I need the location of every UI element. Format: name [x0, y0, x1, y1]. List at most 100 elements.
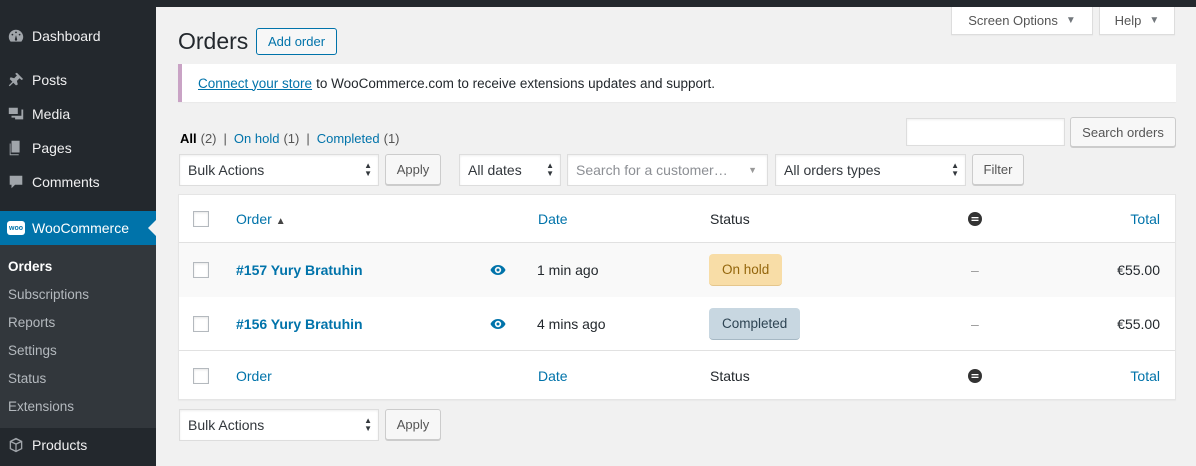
help-label: Help [1114, 13, 1142, 28]
filter-all-count: (2) [200, 131, 217, 146]
sidebar-item-label: Media [32, 106, 71, 122]
sidebar-item-pages[interactable]: Pages [0, 131, 156, 165]
sidebar-item-posts[interactable]: Posts [0, 63, 156, 97]
sidebar-item-label: Products [32, 437, 88, 453]
select-arrows-icon: ▲ ▼ [546, 161, 554, 178]
billing-column-icon [968, 369, 982, 383]
select-arrows-icon: ▲ ▼ [364, 416, 372, 433]
column-order-label: Order [236, 210, 272, 227]
media-icon [6, 104, 26, 124]
help-button[interactable]: Help ▼ [1099, 7, 1175, 35]
admin-sidebar: Dashboard Posts Media Pages Comments woo… [0, 0, 156, 466]
order-total: €55.00 [1117, 262, 1160, 278]
woo-badge: woo [7, 221, 25, 235]
order-types-select[interactable]: All orders types ▲ ▼ [775, 154, 966, 186]
search-orders-button[interactable]: Search orders [1070, 117, 1176, 147]
table-row[interactable]: #157 Yury Bratuhin 1 min ago On hold – €… [179, 243, 1175, 297]
table-header: Order ▲ Date Status Total [179, 195, 1175, 243]
billing-value: – [971, 315, 979, 332]
main-content: Screen Options ▼ Help ▼ Orders Add order C… [156, 7, 1196, 466]
order-date: 1 min ago [537, 262, 599, 278]
sidebar-item-comments[interactable]: Comments [0, 165, 156, 199]
apply-button-bottom[interactable]: Apply [385, 409, 441, 440]
status-filters: All (2) | On hold (1) | Completed (1) [180, 131, 400, 146]
search-orders-input[interactable] [906, 118, 1065, 146]
order-link[interactable]: #157 Yury Bratuhin [236, 262, 363, 278]
sidebar-item-dashboard[interactable]: Dashboard [0, 19, 156, 53]
notice-text: to WooCommerce.com to receive extensions… [316, 75, 716, 91]
status-badge: On hold [709, 254, 783, 286]
sidebar-item-woocommerce[interactable]: woo WooCommerce [0, 211, 156, 245]
filter-completed[interactable]: Completed [317, 131, 380, 146]
connect-store-link[interactable]: Connect your store [198, 76, 312, 91]
order-types-value: All orders types [784, 162, 881, 178]
customer-search-placeholder: Search for a customer… [576, 162, 728, 178]
box-icon [6, 435, 26, 455]
order-total: €55.00 [1117, 315, 1160, 332]
filter-completed-count: (1) [383, 131, 400, 146]
status-badge: Completed [709, 307, 801, 340]
woocommerce-submenu: Orders Subscriptions Reports Settings St… [0, 245, 156, 428]
sidebar-item-label: Dashboard [32, 28, 101, 44]
row-checkbox[interactable] [193, 262, 209, 278]
filter-on-hold-count: (1) [283, 131, 300, 146]
table-row[interactable]: #156 Yury Bratuhin 4 mins ago Completed … [179, 297, 1175, 351]
bulk-actions-value: Bulk Actions [188, 417, 265, 433]
sidebar-item-label: Posts [32, 72, 68, 88]
order-date: 4 mins ago [537, 315, 606, 332]
column-order-header[interactable]: Order ▲ [236, 211, 286, 227]
bulk-actions-select-bottom[interactable]: Bulk Actions ▲ ▼ [179, 409, 379, 441]
caret-down-icon: ▼ [748, 165, 757, 175]
orders-table: Order ▲ Date Status Total #157 Yury Brat… [178, 194, 1176, 400]
pages-icon [6, 138, 26, 158]
column-date-footer[interactable]: Date [538, 368, 568, 384]
select-arrows-icon: ▲ ▼ [364, 161, 372, 178]
select-all-checkbox[interactable] [193, 368, 209, 384]
billing-column-icon [968, 211, 982, 226]
column-order-footer[interactable]: Order [236, 368, 272, 384]
comment-icon [6, 172, 26, 192]
select-all-checkbox[interactable] [193, 210, 209, 227]
bulk-actions-select[interactable]: Bulk Actions ▲ ▼ [179, 154, 379, 186]
customer-search-select[interactable]: Search for a customer… ▼ [567, 154, 768, 186]
column-status-footer: Status [710, 368, 750, 384]
page-title: Orders [178, 28, 249, 54]
submenu-item-reports[interactable]: Reports [8, 315, 55, 330]
sidebar-item-products[interactable]: Products [0, 428, 156, 462]
submenu-item-status[interactable]: Status [8, 371, 46, 386]
eye-icon[interactable] [490, 264, 506, 276]
dates-value: All dates [468, 162, 522, 178]
sidebar-item-label: Pages [32, 140, 72, 156]
dates-select[interactable]: All dates ▲ ▼ [459, 154, 561, 186]
submenu-item-extensions[interactable]: Extensions [8, 399, 74, 414]
submenu-item-subscriptions[interactable]: Subscriptions [8, 287, 89, 302]
table-footer: Order Date Status Total [179, 352, 1175, 400]
filter-all[interactable]: All [180, 131, 197, 146]
eye-icon[interactable] [490, 318, 506, 330]
filter-on-hold[interactable]: On hold [234, 131, 280, 146]
caret-down-icon: ▼ [1149, 15, 1160, 26]
sort-asc-icon: ▲ [275, 215, 286, 227]
filter-separator: | [306, 131, 310, 146]
submenu-item-orders[interactable]: Orders [8, 259, 52, 274]
row-checkbox[interactable] [193, 315, 209, 332]
screen-options-button[interactable]: Screen Options ▼ [951, 7, 1093, 35]
sidebar-item-label: Comments [32, 174, 100, 190]
woo-icon: woo [6, 218, 26, 238]
bulk-actions-value: Bulk Actions [188, 162, 265, 178]
column-status-header: Status [710, 210, 750, 227]
sidebar-item-media[interactable]: Media [0, 97, 156, 131]
add-order-button[interactable]: Add order [256, 28, 337, 55]
select-arrows-icon: ▲ ▼ [951, 161, 959, 178]
column-total-header[interactable]: Total [1130, 211, 1160, 227]
pin-icon [6, 70, 26, 90]
column-date-header[interactable]: Date [538, 211, 568, 227]
column-total-footer[interactable]: Total [1130, 368, 1160, 384]
apply-button[interactable]: Apply [385, 154, 441, 185]
filter-button[interactable]: Filter [972, 154, 1024, 185]
caret-down-icon: ▼ [1065, 15, 1076, 26]
billing-value: – [971, 262, 979, 278]
submenu-item-settings[interactable]: Settings [8, 343, 57, 358]
connect-store-notice: Connect your store to WooCommerce.com to… [178, 64, 1176, 102]
order-link[interactable]: #156 Yury Bratuhin [236, 316, 363, 332]
